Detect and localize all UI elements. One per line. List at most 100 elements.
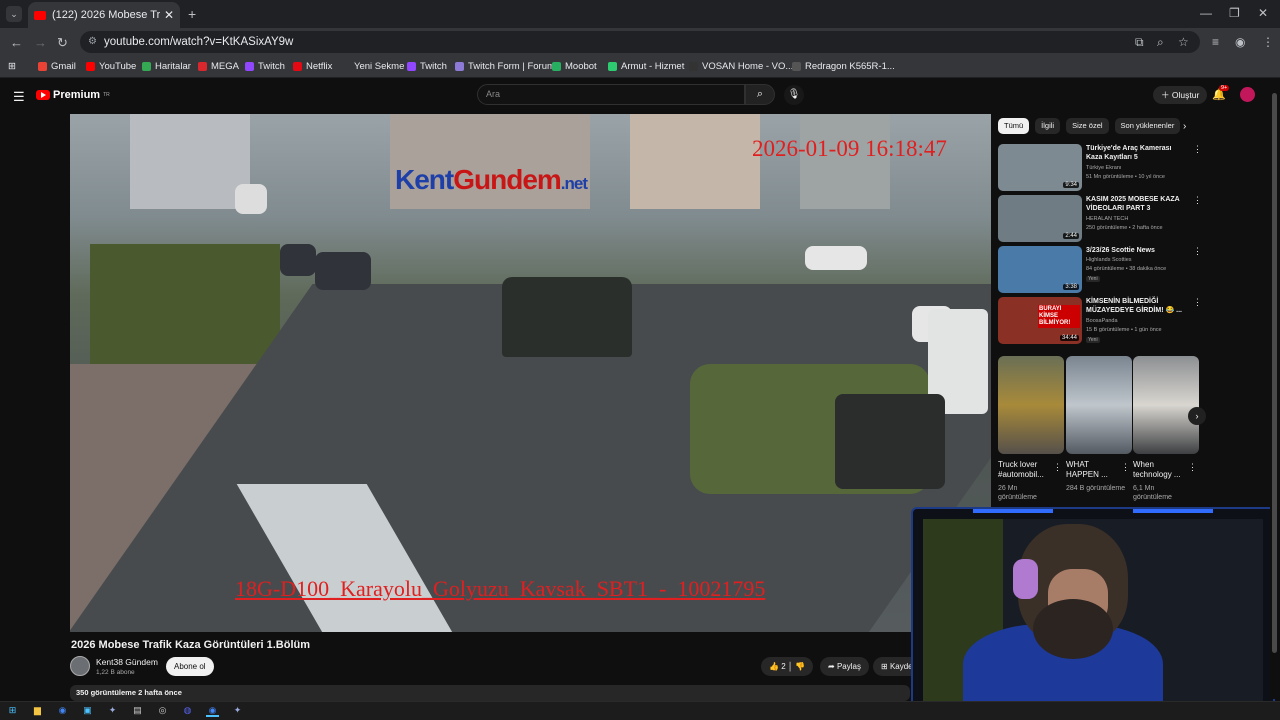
more-options-icon[interactable]: ⋮ [1193, 144, 1202, 155]
microphone-icon[interactable]: 🎙 [784, 85, 804, 105]
recommendation-item[interactable]: 3:38 3/23/26 Scottie News Highlands Scotti… [998, 246, 1202, 294]
headset-icon [1013, 559, 1038, 599]
subscribe-button[interactable]: Abone ol [166, 657, 214, 676]
cast-icon[interactable]: ⧉ [1135, 35, 1144, 50]
obs-icon[interactable]: ◎ [156, 704, 169, 717]
bookmark-favicon-icon [792, 62, 801, 71]
scrollbar-thumb[interactable] [1272, 93, 1277, 653]
url-text: youtube.com/watch?v=KtKASixAY9w [104, 36, 294, 48]
short-thumbnail[interactable] [1133, 356, 1199, 454]
search-input[interactable]: Ara [477, 84, 745, 105]
building-shape [630, 114, 760, 209]
address-bar[interactable]: ⚙ youtube.com/watch?v=KtKASixAY9w [80, 31, 1200, 53]
chrome-icon[interactable]: ◉ [56, 704, 69, 717]
like-count: 2 [781, 662, 786, 671]
forward-icon[interactable]: → [34, 35, 47, 50]
bookmark-favicon-icon [198, 62, 207, 71]
site-info-icon[interactable]: ⚙ [88, 31, 97, 53]
browser-tab[interactable]: (122) 2026 Mobese Trafik Kaza ✕ [28, 2, 180, 28]
chip-0[interactable]: Tümü [998, 118, 1030, 134]
account-avatar[interactable] [1240, 87, 1255, 102]
more-options-icon[interactable]: ⋮ [1053, 462, 1062, 473]
file-explorer-icon[interactable]: ▆ [31, 704, 44, 717]
apps-grid-icon[interactable]: ⊞ [8, 61, 16, 72]
discord-icon[interactable]: ◍ [181, 704, 194, 717]
bookmark-favicon-icon [608, 62, 617, 71]
zoom-icon[interactable]: ⌕ [1157, 35, 1164, 50]
video-thumbnail[interactable]: 9:34 [998, 144, 1082, 191]
share-button[interactable]: ➦ Paylaş [820, 657, 869, 676]
bookmark-item[interactable]: Yeni Sekme [341, 61, 404, 72]
webcam-feed [923, 519, 1263, 712]
recommendation-item[interactable]: 2:44 KASIM 2025 MOBESE KAZA VİDEOLARI PAR… [998, 195, 1202, 243]
reading-list-icon[interactable]: ≡ [1212, 35, 1219, 49]
notifications-bell-icon[interactable]: 🔔 9+ [1212, 85, 1230, 101]
chip-1[interactable]: İlgili [1035, 118, 1061, 134]
new-tab-button[interactable]: + [188, 6, 196, 22]
bookmark-item[interactable]: Redragon K565R-1... [792, 61, 895, 72]
bookmark-favicon-icon [38, 62, 47, 71]
video-thumbnail[interactable]: BURAYI KİMSE BİLMİYOR! 34:44 [998, 297, 1082, 344]
recommendation-item[interactable]: 9:34 Türkiye'de Araç Kamerası Kaza Kayıtl… [998, 144, 1202, 192]
short-thumbnail[interactable] [998, 356, 1064, 454]
youtube-logo[interactable]: Premium TR [36, 89, 110, 101]
bookmark-item[interactable]: Twitch [407, 61, 447, 72]
chips-next-icon[interactable]: › [1183, 121, 1186, 132]
app-icon[interactable]: ▣ [81, 704, 94, 717]
bookmark-item[interactable]: Armut - Hizmet [608, 61, 684, 72]
chip-2[interactable]: Size özel [1066, 118, 1109, 134]
window-close-icon[interactable]: ✕ [1258, 6, 1268, 20]
steam-icon[interactable]: ✦ [231, 704, 244, 717]
bookmark-item[interactable]: Netflix [293, 61, 332, 72]
bookmark-item[interactable]: VOSAN Home - VO... [689, 61, 793, 72]
reload-icon[interactable]: ↻ [57, 35, 68, 51]
bookmark-item[interactable]: YouTube [86, 61, 136, 72]
channel-avatar[interactable] [70, 656, 90, 676]
bookmark-label: VOSAN Home - VO... [702, 61, 794, 72]
more-options-icon[interactable]: ⋮ [1121, 462, 1130, 473]
tab-search-icon[interactable]: ⌄ [6, 6, 22, 22]
short-title[interactable]: WHAT HAPPEN ... [1066, 460, 1121, 480]
video-thumbnail[interactable]: 2:44 [998, 195, 1082, 242]
video-thumbnail[interactable]: 3:38 [998, 246, 1082, 293]
more-options-icon[interactable]: ⋮ [1193, 246, 1202, 257]
back-icon[interactable]: ← [10, 35, 23, 50]
windows-start-icon[interactable]: ⊞ [6, 704, 19, 717]
short-thumbnail[interactable] [1066, 356, 1132, 454]
shorts-next-icon[interactable]: › [1188, 407, 1206, 425]
bookmark-item[interactable]: MEGA [198, 61, 239, 72]
bookmark-item[interactable]: Gmail [38, 61, 76, 72]
like-button[interactable]: 👍 2 │ 👎 [761, 657, 814, 676]
more-options-icon[interactable]: ⋮ [1193, 195, 1202, 206]
restore-icon[interactable]: ❐ [1229, 6, 1240, 20]
person-beard [1033, 599, 1113, 659]
short-title[interactable]: Truck lover #automobil... [998, 460, 1053, 480]
description-box[interactable]: 350 görüntüleme 2 hafta önce [70, 685, 910, 701]
youtube-play-icon [36, 90, 50, 100]
video-player[interactable]: KentGundem.net 2026-01-09 16:18:47 18G-D… [70, 114, 991, 632]
bookmark-item[interactable]: Haritalar [142, 61, 191, 72]
bookmark-item[interactable]: Moobot [552, 61, 597, 72]
search-icon[interactable]: ⌕ [745, 84, 775, 105]
hamburger-menu-icon[interactable]: ☰ [13, 89, 25, 105]
channel-name[interactable]: Kent38 Gündem [96, 657, 158, 667]
more-options-icon[interactable]: ⋮ [1188, 462, 1197, 473]
recommendation-item[interactable]: BURAYI KİMSE BİLMİYOR! 34:44 KİMSENİN BİLM… [998, 297, 1202, 345]
video-timestamp-overlay: 2026-01-09 16:18:47 [752, 136, 947, 161]
profile-icon[interactable]: ◉ [1235, 35, 1245, 49]
app-icon[interactable]: ▤ [131, 704, 144, 717]
tab-close-icon[interactable]: ✕ [164, 8, 174, 22]
minimize-icon[interactable]: — [1200, 6, 1212, 20]
page-scrollbar[interactable] [1270, 79, 1280, 699]
bookmark-star-icon[interactable]: ☆ [1178, 35, 1189, 49]
more-options-icon[interactable]: ⋮ [1193, 297, 1202, 308]
steam-icon[interactable]: ✦ [106, 704, 119, 717]
bookmark-item[interactable]: Twitch Form | Forum [455, 61, 555, 72]
create-button[interactable]: ＋ Oluştur [1153, 86, 1208, 104]
chrome-active-icon[interactable]: ◉ [206, 704, 219, 717]
recommendation-channel: BoosaPanda [1086, 318, 1118, 324]
short-title[interactable]: When technology ... [1133, 460, 1188, 480]
chip-3[interactable]: Son yüklenenler [1114, 118, 1181, 134]
bookmark-item[interactable]: Twitch [245, 61, 285, 72]
menu-kebab-icon[interactable]: ⋮ [1262, 35, 1274, 49]
